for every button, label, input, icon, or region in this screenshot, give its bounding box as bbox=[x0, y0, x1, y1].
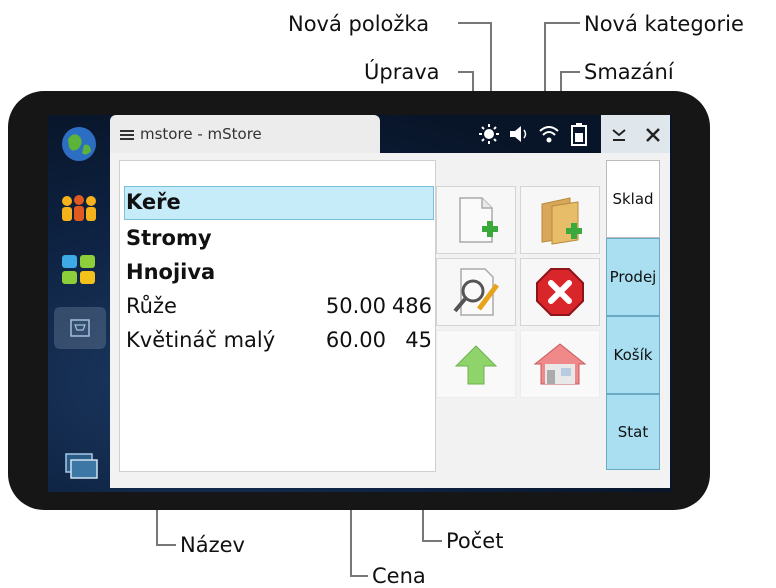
annotation-pocet: Počet bbox=[446, 529, 504, 553]
new-document-icon bbox=[459, 197, 498, 243]
people-icon[interactable] bbox=[58, 187, 100, 229]
windows-icon[interactable] bbox=[60, 445, 102, 487]
tab-prodej[interactable]: Prodej bbox=[606, 238, 660, 316]
delete-button[interactable] bbox=[520, 258, 600, 326]
window-title: mstore - mStore bbox=[140, 125, 262, 143]
up-button[interactable] bbox=[436, 330, 516, 398]
edit-icon bbox=[453, 268, 499, 316]
new-category-button[interactable] bbox=[520, 186, 600, 254]
annotation-nazev: Název bbox=[180, 533, 245, 557]
category-row[interactable]: Hnojiva bbox=[126, 257, 215, 287]
cart-icon[interactable] bbox=[54, 307, 106, 349]
item-name[interactable]: Růže bbox=[126, 291, 177, 321]
tab-sklad[interactable]: Sklad bbox=[606, 160, 660, 238]
annotation-nova-kategorie: Nová kategorie bbox=[584, 12, 744, 36]
annotation-cena: Cena bbox=[372, 564, 426, 588]
item-count: 45 bbox=[405, 328, 432, 352]
item-name[interactable]: Květináč malý bbox=[126, 325, 275, 355]
window-title-tab[interactable]: mstore - mStore bbox=[110, 115, 380, 153]
minimize-icon[interactable] bbox=[611, 127, 627, 143]
battery-icon[interactable] bbox=[570, 122, 588, 146]
leader-cena bbox=[350, 575, 368, 577]
apps-icon[interactable] bbox=[58, 249, 100, 291]
window-controls bbox=[601, 115, 670, 153]
arrow-up-icon bbox=[454, 345, 498, 385]
new-item-button[interactable] bbox=[436, 186, 516, 254]
globe-icon[interactable] bbox=[58, 123, 100, 165]
category-row[interactable]: Stromy bbox=[126, 223, 212, 253]
leader-pocet bbox=[422, 540, 442, 542]
item-price: 50.00 bbox=[325, 294, 386, 318]
tab-kosik[interactable]: Košík bbox=[606, 316, 660, 394]
edit-button[interactable] bbox=[436, 258, 516, 326]
menu-icon[interactable] bbox=[120, 129, 134, 141]
close-icon[interactable] bbox=[645, 127, 661, 143]
item-price: 60.00 bbox=[325, 328, 386, 352]
leader-nova-kategorie bbox=[544, 22, 580, 24]
status-area bbox=[478, 115, 588, 153]
home-button[interactable] bbox=[520, 330, 600, 398]
volume-icon[interactable] bbox=[508, 123, 532, 145]
item-count: 486 bbox=[391, 294, 432, 318]
brightness-icon[interactable] bbox=[478, 123, 500, 145]
annotation-smazani: Smazání bbox=[584, 60, 674, 84]
tab-stat[interactable]: Stat bbox=[606, 394, 660, 470]
leader-nazev bbox=[156, 544, 176, 546]
leader-smazani bbox=[560, 71, 580, 73]
category-row[interactable]: Keře bbox=[126, 187, 181, 217]
home-icon bbox=[533, 343, 587, 385]
delete-icon bbox=[536, 268, 584, 316]
new-folder-icon bbox=[541, 197, 582, 245]
launcher bbox=[48, 115, 110, 492]
annotation-nova-polozka: Nová položka bbox=[288, 12, 430, 36]
leader-nova-polozka bbox=[458, 22, 492, 24]
wifi-icon[interactable] bbox=[538, 123, 560, 145]
annotation-uprava: Úprava bbox=[364, 60, 440, 84]
